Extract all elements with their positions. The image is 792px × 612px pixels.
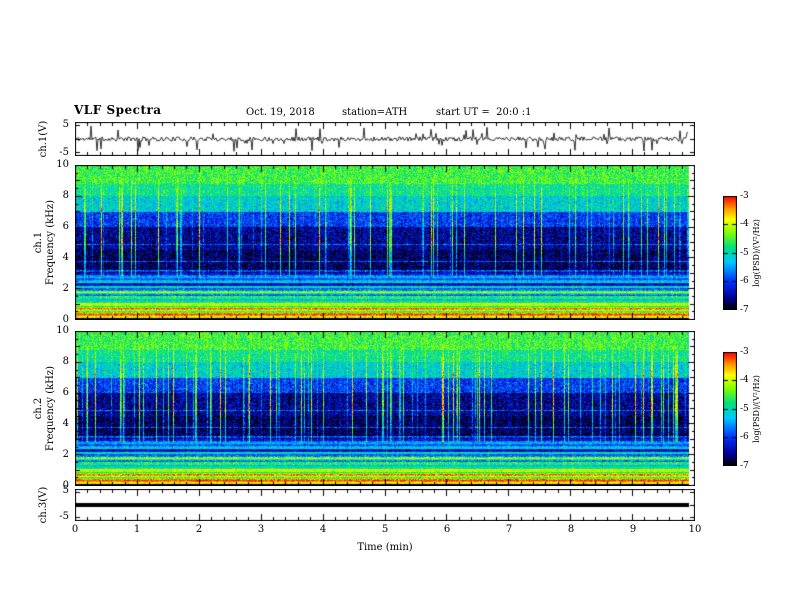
x-tick-label: 2 [195, 524, 203, 535]
colorbar-ch1 [723, 196, 737, 310]
ch1-wave-axis-title-text: ch.1(V) [38, 120, 49, 158]
ch1-spec-axis-title: ch.1 Frequency (kHz) [32, 165, 57, 320]
x-tick-label: 1 [133, 524, 141, 535]
colorbar-ch2-title-text: log(PSD)/(V²/Hz) [752, 375, 761, 443]
ch1-spec-freq-label: Frequency (kHz) [44, 199, 56, 286]
x-tick-label: 3 [257, 524, 265, 535]
vlf-spectra-figure: VLF Spectra Oct. 19, 2018 station=ATH st… [0, 0, 792, 612]
colorbar-ch1-title-text: log(PSD)/(V²/Hz) [752, 219, 761, 287]
colorbar-ch1-title: log(PSD)/(V²/Hz) [751, 198, 763, 308]
ch2-spec-axis-title: ch.2 Frequency (kHz) [32, 331, 57, 486]
figure-date: Oct. 19, 2018 [246, 107, 315, 118]
ch2-spectrogram-plot [75, 331, 695, 486]
ch2-spec-freq-label: Frequency (kHz) [44, 365, 56, 452]
colorbar-tick-label: -4 [740, 219, 749, 229]
colorbar-tick-label: -3 [740, 347, 749, 357]
ch3-waveform-plot [75, 489, 695, 521]
colorbar-tick-label: -7 [740, 305, 749, 315]
x-tick-label: 7 [505, 524, 513, 535]
x-tick-label: 5 [381, 524, 389, 535]
figure-start-ut: start UT = 20:0 :1 [436, 107, 532, 118]
colorbar-tick-label: -6 [740, 432, 749, 442]
colorbar-tick-label: -3 [740, 191, 749, 201]
x-tick-label: 4 [319, 524, 327, 535]
colorbar-tick-label: -7 [740, 461, 749, 471]
x-tick-label: 10 [688, 524, 702, 535]
ch1-wave-ymin-label: -5 [59, 147, 69, 158]
ch3-wave-ymax-label: 5 [62, 485, 69, 496]
colorbar-tick-label: -4 [740, 375, 749, 385]
x-tick-label: 6 [443, 524, 451, 535]
ch1-waveform-plot [75, 122, 695, 156]
colorbar-ch2-title: log(PSD)/(V²/Hz) [751, 354, 763, 464]
figure-title: VLF Spectra [74, 103, 162, 117]
ch1-spec-channel-label: ch.1 [32, 231, 44, 254]
ch3-wave-ymin-label: -5 [59, 511, 69, 522]
colorbar-tick-label: -6 [740, 276, 749, 286]
x-tick-label: 0 [71, 524, 79, 535]
ch2-spec-channel-label: ch.2 [32, 397, 44, 420]
colorbar-tick-label: -5 [740, 404, 749, 414]
ch1-wave-ymax-label: 5 [62, 119, 69, 130]
x-tick-label: 9 [629, 524, 637, 535]
figure-station: station=ATH [342, 107, 408, 118]
ch3-wave-axis-title-text: ch.3(V) [38, 486, 49, 524]
x-tick-label: 8 [567, 524, 575, 535]
colorbar-tick-label: -5 [740, 248, 749, 258]
ch3-wave-axis-title: ch.3(V) [38, 475, 50, 535]
colorbar-ch2 [723, 352, 737, 466]
ch1-spectrogram-plot [75, 165, 695, 320]
x-axis-title: Time (min) [357, 542, 413, 553]
